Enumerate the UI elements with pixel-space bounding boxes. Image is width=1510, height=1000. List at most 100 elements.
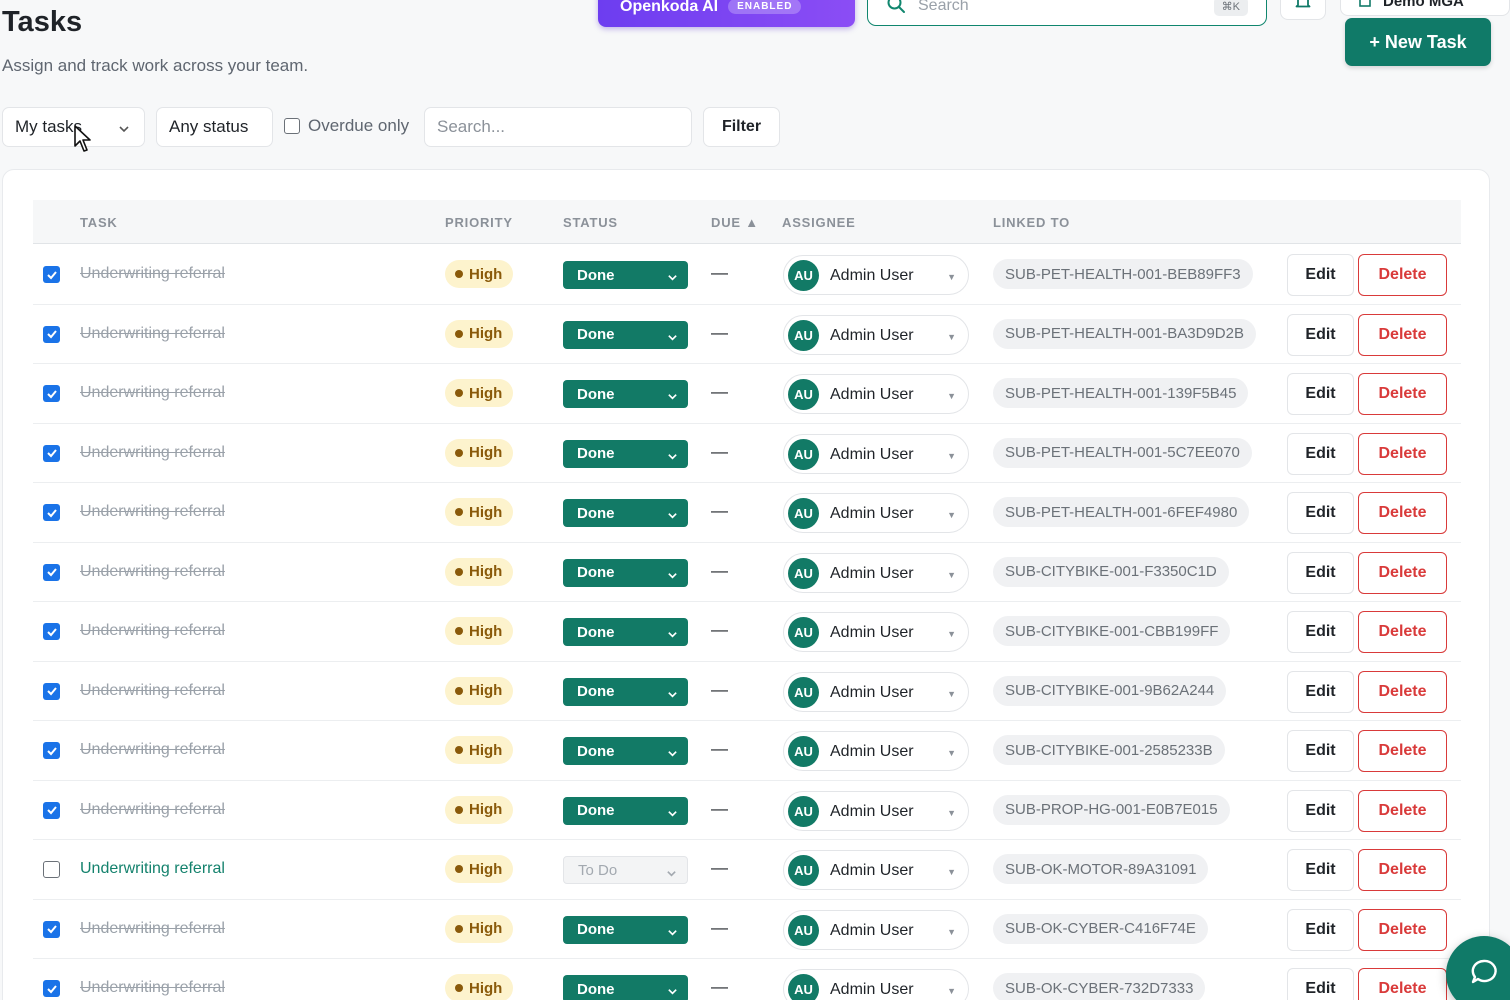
task-name-link[interactable]: Underwriting referral [80, 563, 225, 581]
delete-button[interactable]: Delete [1358, 968, 1447, 1000]
status-select[interactable]: Done [563, 558, 688, 587]
delete-button[interactable]: Delete [1358, 551, 1447, 594]
linked-record-chip[interactable]: SUB-PROP-HG-001-E0B7E015 [993, 794, 1230, 825]
assignee-select[interactable]: AU Admin User ▼ [783, 314, 969, 355]
linked-record-chip[interactable]: SUB-PET-HEALTH-001-BEB89FF3 [993, 259, 1253, 289]
edit-button[interactable]: Edit [1287, 670, 1354, 713]
column-header-due[interactable]: DUE ▲ [711, 215, 759, 230]
column-header-linked-to[interactable]: LINKED TO [993, 215, 1070, 230]
edit-button[interactable]: Edit [1287, 730, 1354, 772]
delete-button[interactable]: Delete [1358, 908, 1447, 951]
row-checkbox[interactable] [43, 623, 60, 640]
status-select[interactable]: Done [563, 915, 688, 944]
status-select[interactable]: Done [563, 677, 688, 706]
assignee-select[interactable]: AU Admin User ▼ [783, 850, 969, 890]
row-checkbox[interactable] [43, 563, 60, 581]
assignee-select[interactable]: AU Admin User ▼ [783, 909, 969, 950]
delete-button[interactable]: Delete [1358, 373, 1447, 415]
row-checkbox[interactable] [43, 801, 60, 819]
task-name-link[interactable]: Underwriting referral [80, 979, 225, 997]
openkoda-ai-button[interactable]: Openkoda AI ENABLED [598, 0, 855, 27]
task-name-link[interactable]: Underwriting referral [80, 682, 225, 700]
assignee-select[interactable]: AU Admin User ▼ [783, 790, 969, 831]
linked-record-chip[interactable]: SUB-PET-HEALTH-001-6FEF4980 [993, 497, 1250, 527]
task-name-link[interactable]: Underwriting referral [80, 801, 225, 819]
status-select[interactable]: Done [563, 618, 688, 646]
status-select[interactable]: Done [563, 320, 688, 349]
status-select[interactable]: Done [563, 975, 688, 1000]
edit-button[interactable]: Edit [1287, 551, 1354, 594]
column-header-priority[interactable]: PRIORITY [445, 215, 513, 230]
task-name-link[interactable]: Underwriting referral [80, 503, 225, 521]
row-checkbox[interactable] [43, 742, 60, 759]
delete-button[interactable]: Delete [1358, 670, 1447, 713]
delete-button[interactable]: Delete [1358, 313, 1447, 356]
edit-button[interactable]: Edit [1287, 789, 1354, 832]
delete-button[interactable]: Delete [1358, 789, 1447, 832]
delete-button[interactable]: Delete [1358, 849, 1447, 891]
row-checkbox[interactable] [43, 861, 60, 878]
column-header-assignee[interactable]: ASSIGNEE [782, 215, 856, 230]
overdue-checkbox[interactable] [284, 118, 300, 134]
task-name-link[interactable]: Underwriting referral [80, 325, 225, 343]
edit-button[interactable]: Edit [1287, 313, 1354, 356]
delete-button[interactable]: Delete [1358, 254, 1447, 296]
task-name-link[interactable]: Underwriting referral [80, 741, 225, 759]
row-checkbox[interactable] [43, 266, 60, 283]
delete-button[interactable]: Delete [1358, 611, 1447, 653]
assignee-select[interactable]: AU Admin User ▼ [783, 969, 969, 1000]
filter-button[interactable]: Filter [703, 107, 780, 147]
status-select[interactable]: Done [563, 439, 688, 468]
edit-button[interactable]: Edit [1287, 373, 1354, 415]
status-select[interactable]: Done [563, 737, 688, 765]
edit-button[interactable]: Edit [1287, 849, 1354, 891]
linked-record-chip[interactable]: SUB-PET-HEALTH-001-5C7EE070 [993, 437, 1252, 468]
org-switcher[interactable]: Demo MGA [1340, 0, 1510, 16]
row-checkbox[interactable] [43, 444, 60, 462]
linked-record-chip[interactable]: SUB-OK-MOTOR-89A31091 [993, 854, 1209, 884]
edit-button[interactable]: Edit [1287, 968, 1354, 1000]
edit-button[interactable]: Edit [1287, 611, 1354, 653]
task-name-link[interactable]: Underwriting referral [80, 622, 225, 640]
notifications-button[interactable] [1280, 0, 1326, 20]
delete-button[interactable]: Delete [1358, 432, 1447, 475]
assignee-select[interactable]: AU Admin User ▼ [783, 433, 969, 474]
assignee-select[interactable]: AU Admin User ▼ [783, 671, 969, 712]
linked-record-chip[interactable]: SUB-CITYBIKE-001-9B62A244 [993, 675, 1227, 706]
row-checkbox[interactable] [43, 504, 60, 521]
delete-button[interactable]: Delete [1358, 730, 1447, 772]
task-name-link[interactable]: Underwriting referral [80, 444, 225, 462]
linked-record-chip[interactable]: SUB-CITYBIKE-001-2585233B [993, 735, 1225, 765]
status-filter-select[interactable]: Any status [156, 107, 273, 147]
row-checkbox[interactable] [43, 325, 60, 343]
linked-record-chip[interactable]: SUB-PET-HEALTH-001-139F5B45 [993, 378, 1249, 408]
status-select[interactable]: Done [563, 796, 688, 825]
column-header-task[interactable]: TASK [80, 215, 118, 230]
delete-button[interactable]: Delete [1358, 492, 1447, 534]
column-header-status[interactable]: STATUS [563, 215, 618, 230]
edit-button[interactable]: Edit [1287, 254, 1354, 296]
task-name-link[interactable]: Underwriting referral [80, 920, 225, 938]
status-select[interactable]: Done [563, 261, 688, 289]
linked-record-chip[interactable]: SUB-PET-HEALTH-001-BA3D9D2B [993, 318, 1256, 349]
row-checkbox[interactable] [43, 920, 60, 938]
global-search-input[interactable]: Search ⌘K [867, 0, 1267, 26]
edit-button[interactable]: Edit [1287, 908, 1354, 951]
status-select[interactable]: Done [563, 380, 688, 408]
overdue-only-toggle[interactable]: Overdue only [284, 116, 409, 136]
status-select[interactable]: Done [563, 499, 688, 527]
linked-record-chip[interactable]: SUB-CITYBIKE-001-CBB199FF [993, 616, 1231, 646]
status-select[interactable]: To Do [563, 856, 688, 884]
assignee-select[interactable]: AU Admin User ▼ [783, 255, 969, 295]
edit-button[interactable]: Edit [1287, 432, 1354, 475]
task-search-input[interactable]: Search... [424, 107, 692, 147]
assignee-select[interactable]: AU Admin User ▼ [783, 731, 969, 771]
linked-record-chip[interactable]: SUB-CITYBIKE-001-F3350C1D [993, 556, 1229, 587]
assignee-select[interactable]: AU Admin User ▼ [783, 493, 969, 533]
new-task-button[interactable]: + New Task [1345, 18, 1491, 66]
task-name-link[interactable]: Underwriting referral [80, 860, 225, 878]
edit-button[interactable]: Edit [1287, 492, 1354, 534]
linked-record-chip[interactable]: SUB-OK-CYBER-C416F74E [993, 913, 1208, 944]
task-name-link[interactable]: Underwriting referral [80, 265, 225, 283]
assignee-select[interactable]: AU Admin User ▼ [783, 552, 969, 593]
